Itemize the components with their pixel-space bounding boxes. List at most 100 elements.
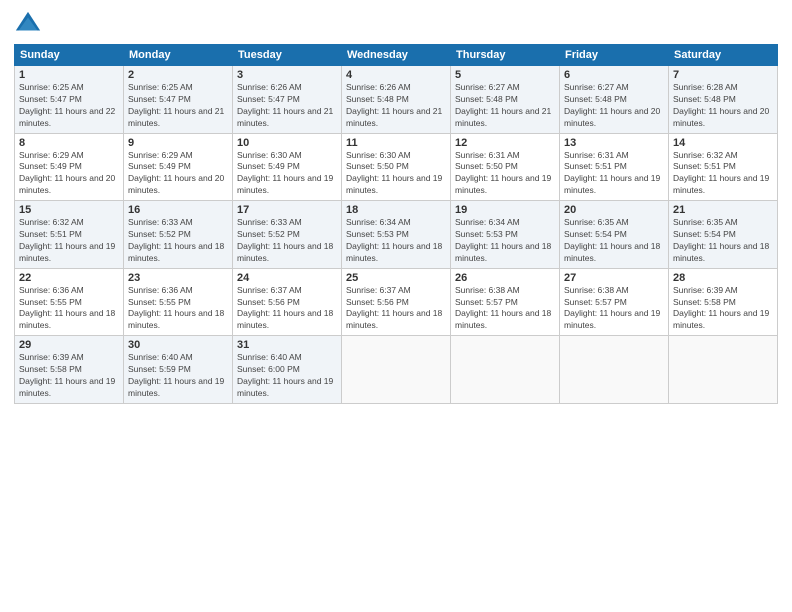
day-info: Sunrise: 6:34 AMSunset: 5:53 PMDaylight:… — [346, 217, 446, 265]
calendar-cell: 21Sunrise: 6:35 AMSunset: 5:54 PMDayligh… — [669, 201, 778, 269]
weekday-header: Wednesday — [342, 45, 451, 66]
day-number: 25 — [346, 272, 446, 284]
day-info: Sunrise: 6:29 AMSunset: 5:49 PMDaylight:… — [19, 150, 119, 198]
day-info: Sunrise: 6:26 AMSunset: 5:48 PMDaylight:… — [346, 82, 446, 130]
day-info: Sunrise: 6:36 AMSunset: 5:55 PMDaylight:… — [19, 285, 119, 333]
day-info: Sunrise: 6:33 AMSunset: 5:52 PMDaylight:… — [128, 217, 228, 265]
calendar-cell: 4Sunrise: 6:26 AMSunset: 5:48 PMDaylight… — [342, 66, 451, 134]
day-number: 13 — [564, 137, 664, 149]
calendar-cell: 9Sunrise: 6:29 AMSunset: 5:49 PMDaylight… — [124, 133, 233, 201]
day-info: Sunrise: 6:31 AMSunset: 5:50 PMDaylight:… — [455, 150, 555, 198]
day-number: 11 — [346, 137, 446, 149]
day-number: 30 — [128, 339, 228, 351]
day-info: Sunrise: 6:31 AMSunset: 5:51 PMDaylight:… — [564, 150, 664, 198]
weekday-header: Saturday — [669, 45, 778, 66]
calendar-cell — [451, 336, 560, 404]
day-number: 20 — [564, 204, 664, 216]
logo — [14, 10, 46, 38]
calendar-week-row: 29Sunrise: 6:39 AMSunset: 5:58 PMDayligh… — [15, 336, 778, 404]
day-number: 3 — [237, 69, 337, 81]
calendar-cell: 20Sunrise: 6:35 AMSunset: 5:54 PMDayligh… — [560, 201, 669, 269]
weekday-header: Sunday — [15, 45, 124, 66]
calendar-week-row: 22Sunrise: 6:36 AMSunset: 5:55 PMDayligh… — [15, 268, 778, 336]
calendar-cell: 8Sunrise: 6:29 AMSunset: 5:49 PMDaylight… — [15, 133, 124, 201]
calendar-cell: 24Sunrise: 6:37 AMSunset: 5:56 PMDayligh… — [233, 268, 342, 336]
weekday-header: Thursday — [451, 45, 560, 66]
calendar-week-row: 8Sunrise: 6:29 AMSunset: 5:49 PMDaylight… — [15, 133, 778, 201]
calendar-cell: 16Sunrise: 6:33 AMSunset: 5:52 PMDayligh… — [124, 201, 233, 269]
calendar-cell: 5Sunrise: 6:27 AMSunset: 5:48 PMDaylight… — [451, 66, 560, 134]
logo-icon — [14, 10, 42, 38]
day-number: 29 — [19, 339, 119, 351]
calendar-cell: 22Sunrise: 6:36 AMSunset: 5:55 PMDayligh… — [15, 268, 124, 336]
day-number: 19 — [455, 204, 555, 216]
day-number: 7 — [673, 69, 773, 81]
day-info: Sunrise: 6:27 AMSunset: 5:48 PMDaylight:… — [564, 82, 664, 130]
day-info: Sunrise: 6:38 AMSunset: 5:57 PMDaylight:… — [455, 285, 555, 333]
weekday-header: Tuesday — [233, 45, 342, 66]
calendar-cell: 13Sunrise: 6:31 AMSunset: 5:51 PMDayligh… — [560, 133, 669, 201]
day-info: Sunrise: 6:25 AMSunset: 5:47 PMDaylight:… — [19, 82, 119, 130]
calendar-cell: 25Sunrise: 6:37 AMSunset: 5:56 PMDayligh… — [342, 268, 451, 336]
header — [14, 10, 778, 38]
day-number: 8 — [19, 137, 119, 149]
day-number: 5 — [455, 69, 555, 81]
calendar-cell — [669, 336, 778, 404]
day-info: Sunrise: 6:40 AMSunset: 5:59 PMDaylight:… — [128, 352, 228, 400]
day-info: Sunrise: 6:37 AMSunset: 5:56 PMDaylight:… — [346, 285, 446, 333]
calendar-cell: 1Sunrise: 6:25 AMSunset: 5:47 PMDaylight… — [15, 66, 124, 134]
day-number: 10 — [237, 137, 337, 149]
day-info: Sunrise: 6:30 AMSunset: 5:49 PMDaylight:… — [237, 150, 337, 198]
day-info: Sunrise: 6:29 AMSunset: 5:49 PMDaylight:… — [128, 150, 228, 198]
day-number: 15 — [19, 204, 119, 216]
calendar-cell — [342, 336, 451, 404]
day-number: 22 — [19, 272, 119, 284]
day-number: 21 — [673, 204, 773, 216]
calendar-cell: 31Sunrise: 6:40 AMSunset: 6:00 PMDayligh… — [233, 336, 342, 404]
page: SundayMondayTuesdayWednesdayThursdayFrid… — [0, 0, 792, 612]
day-number: 4 — [346, 69, 446, 81]
calendar-cell: 30Sunrise: 6:40 AMSunset: 5:59 PMDayligh… — [124, 336, 233, 404]
calendar-cell: 28Sunrise: 6:39 AMSunset: 5:58 PMDayligh… — [669, 268, 778, 336]
calendar-cell: 6Sunrise: 6:27 AMSunset: 5:48 PMDaylight… — [560, 66, 669, 134]
calendar-cell: 27Sunrise: 6:38 AMSunset: 5:57 PMDayligh… — [560, 268, 669, 336]
calendar-cell: 3Sunrise: 6:26 AMSunset: 5:47 PMDaylight… — [233, 66, 342, 134]
day-number: 16 — [128, 204, 228, 216]
day-number: 17 — [237, 204, 337, 216]
day-number: 28 — [673, 272, 773, 284]
day-number: 6 — [564, 69, 664, 81]
calendar-week-row: 15Sunrise: 6:32 AMSunset: 5:51 PMDayligh… — [15, 201, 778, 269]
day-number: 26 — [455, 272, 555, 284]
day-number: 27 — [564, 272, 664, 284]
weekday-header: Monday — [124, 45, 233, 66]
calendar-cell: 15Sunrise: 6:32 AMSunset: 5:51 PMDayligh… — [15, 201, 124, 269]
calendar-cell — [560, 336, 669, 404]
day-number: 9 — [128, 137, 228, 149]
calendar: SundayMondayTuesdayWednesdayThursdayFrid… — [14, 44, 778, 404]
day-info: Sunrise: 6:32 AMSunset: 5:51 PMDaylight:… — [19, 217, 119, 265]
calendar-cell: 12Sunrise: 6:31 AMSunset: 5:50 PMDayligh… — [451, 133, 560, 201]
weekday-header-row: SundayMondayTuesdayWednesdayThursdayFrid… — [15, 45, 778, 66]
day-number: 1 — [19, 69, 119, 81]
day-number: 14 — [673, 137, 773, 149]
day-number: 12 — [455, 137, 555, 149]
calendar-cell: 11Sunrise: 6:30 AMSunset: 5:50 PMDayligh… — [342, 133, 451, 201]
day-info: Sunrise: 6:34 AMSunset: 5:53 PMDaylight:… — [455, 217, 555, 265]
day-number: 24 — [237, 272, 337, 284]
day-info: Sunrise: 6:28 AMSunset: 5:48 PMDaylight:… — [673, 82, 773, 130]
day-info: Sunrise: 6:35 AMSunset: 5:54 PMDaylight:… — [564, 217, 664, 265]
calendar-cell: 2Sunrise: 6:25 AMSunset: 5:47 PMDaylight… — [124, 66, 233, 134]
day-info: Sunrise: 6:27 AMSunset: 5:48 PMDaylight:… — [455, 82, 555, 130]
calendar-cell: 26Sunrise: 6:38 AMSunset: 5:57 PMDayligh… — [451, 268, 560, 336]
day-info: Sunrise: 6:37 AMSunset: 5:56 PMDaylight:… — [237, 285, 337, 333]
day-info: Sunrise: 6:38 AMSunset: 5:57 PMDaylight:… — [564, 285, 664, 333]
day-info: Sunrise: 6:33 AMSunset: 5:52 PMDaylight:… — [237, 217, 337, 265]
day-info: Sunrise: 6:39 AMSunset: 5:58 PMDaylight:… — [19, 352, 119, 400]
calendar-cell: 17Sunrise: 6:33 AMSunset: 5:52 PMDayligh… — [233, 201, 342, 269]
day-info: Sunrise: 6:32 AMSunset: 5:51 PMDaylight:… — [673, 150, 773, 198]
weekday-header: Friday — [560, 45, 669, 66]
calendar-week-row: 1Sunrise: 6:25 AMSunset: 5:47 PMDaylight… — [15, 66, 778, 134]
day-number: 31 — [237, 339, 337, 351]
day-info: Sunrise: 6:35 AMSunset: 5:54 PMDaylight:… — [673, 217, 773, 265]
day-info: Sunrise: 6:40 AMSunset: 6:00 PMDaylight:… — [237, 352, 337, 400]
